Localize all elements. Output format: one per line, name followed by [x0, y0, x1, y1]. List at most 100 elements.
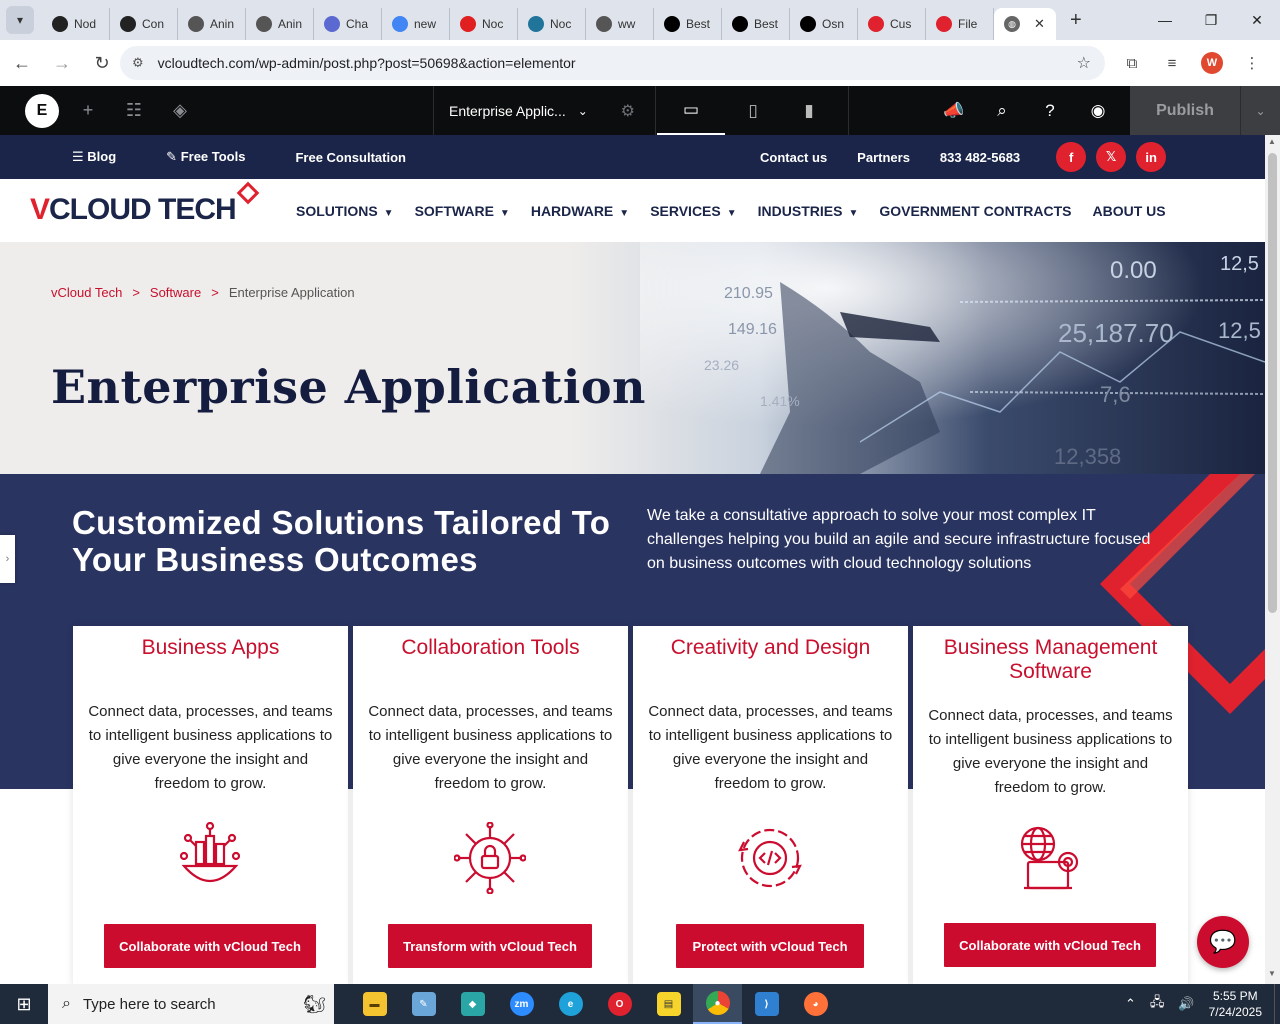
volume-icon[interactable]: 🔊: [1178, 996, 1194, 1012]
x-twitter-icon[interactable]: 𝕏: [1096, 142, 1127, 172]
close-window-button[interactable]: ✕: [1234, 0, 1280, 40]
tab-favicon-icon: [664, 16, 680, 32]
nav-item-software[interactable]: SOFTWARE ▼: [415, 203, 510, 219]
browser-tab[interactable]: Cha: [314, 8, 382, 40]
desktop-view-icon[interactable]: ▭: [657, 86, 725, 135]
profile-avatar[interactable]: W: [1201, 52, 1223, 74]
site-logo[interactable]: VCLOUD TECH: [30, 181, 259, 227]
browser-tab[interactable]: Con: [110, 8, 178, 40]
cube-app-icon[interactable]: ◆: [448, 984, 497, 1024]
site-settings-icon[interactable]: ☷: [111, 100, 157, 121]
browser-tab[interactable]: new: [382, 8, 450, 40]
site-info-icon[interactable]: ⚙: [132, 55, 144, 71]
topbar-blog-link[interactable]: ☰ Blog: [72, 149, 141, 165]
topbar-contact-link[interactable]: Contact us: [760, 150, 827, 165]
nav-item-hardware[interactable]: HARDWARE ▼: [531, 203, 629, 219]
paint-app-icon[interactable]: ✎: [399, 984, 448, 1024]
breadcrumb-software-link[interactable]: Software: [150, 285, 201, 300]
facebook-icon[interactable]: f: [1056, 142, 1087, 172]
hero-number: 7,6: [1100, 382, 1131, 407]
vscode-icon[interactable]: ⟩: [742, 984, 791, 1024]
hero-number: 1.41%: [760, 393, 800, 409]
scrollbar-thumb[interactable]: [1268, 153, 1277, 613]
topbar-free-consultation-link[interactable]: Free Consultation: [295, 150, 406, 165]
zoom-app-icon[interactable]: zm: [497, 984, 546, 1024]
linkedin-icon[interactable]: in: [1136, 142, 1167, 172]
opera-browser-icon[interactable]: O: [595, 984, 644, 1024]
chat-bubble-icon[interactable]: 💬: [1197, 916, 1249, 968]
media-control-icon[interactable]: ≡: [1152, 55, 1192, 72]
new-tab-button[interactable]: +: [1070, 9, 1082, 32]
extensions-icon[interactable]: ⧉: [1112, 55, 1152, 72]
browser-tab[interactable]: Noc: [450, 8, 518, 40]
back-button[interactable]: ←: [4, 45, 40, 81]
preview-eye-icon[interactable]: ◉: [1074, 86, 1122, 135]
tab-active[interactable]: ◍ ✕: [994, 8, 1056, 40]
taskbar-search[interactable]: ⌕ Type here to search 🐿: [48, 984, 334, 1024]
nav-item-label: SERVICES: [650, 202, 721, 219]
nav-item-solutions[interactable]: SOLUTIONS ▼: [296, 203, 394, 219]
show-desktop-button[interactable]: [1274, 984, 1280, 1024]
topbar-phone-link[interactable]: 833 482-5683: [940, 150, 1020, 165]
browser-tab[interactable]: File: [926, 8, 994, 40]
browser-tab[interactable]: ww: [586, 8, 654, 40]
add-element-icon[interactable]: +: [65, 100, 111, 121]
browser-tab[interactable]: Cus: [858, 8, 926, 40]
tab-search-button[interactable]: ▾: [6, 6, 34, 34]
help-icon[interactable]: ?: [1026, 86, 1074, 135]
document-title-dropdown[interactable]: Enterprise Applic... ⌄ ⚙: [433, 86, 656, 135]
file-explorer-icon[interactable]: ▬: [350, 984, 399, 1024]
nav-item-services[interactable]: SERVICES ▼: [650, 203, 736, 219]
address-bar[interactable]: ⚙ vcloudtech.com/wp-admin/post.php?post=…: [120, 46, 1105, 80]
chrome-browser-icon[interactable]: ●: [693, 984, 742, 1024]
cta-button[interactable]: Protect with vCloud Tech: [676, 924, 864, 968]
solutions-heading: Customized Solutions Tailored To Your Bu…: [72, 504, 611, 578]
whats-new-icon[interactable]: 📣: [930, 86, 978, 135]
page-scrollbar[interactable]: ▲ ▼: [1265, 135, 1280, 984]
windows-start-icon[interactable]: ⊞: [0, 984, 48, 1024]
bookmark-star-icon[interactable]: ☆: [1077, 53, 1091, 73]
mobile-view-icon[interactable]: ▮: [781, 86, 837, 135]
breadcrumb-home-link[interactable]: vCloud Tech: [51, 285, 122, 300]
browser-tab[interactable]: Best: [654, 8, 722, 40]
cta-button[interactable]: Collaborate with vCloud Tech: [104, 924, 316, 968]
topbar-partners-link[interactable]: Partners: [857, 150, 910, 165]
nav-item-government-contracts[interactable]: GOVERNMENT CONTRACTS: [879, 203, 1071, 219]
forward-button[interactable]: →: [44, 45, 80, 81]
tablet-view-icon[interactable]: ▯: [725, 86, 781, 135]
tray-overflow-chevron-icon[interactable]: ⌃: [1125, 996, 1136, 1012]
search-highlight-icon[interactable]: 🐿: [303, 994, 326, 1015]
firefox-browser-icon[interactable]: ◕: [791, 984, 840, 1024]
scroll-down-icon[interactable]: ▼: [1268, 969, 1276, 978]
browser-tab[interactable]: Noc: [518, 8, 586, 40]
topbar-free-tools-link[interactable]: ✎ Free Tools: [166, 149, 270, 165]
sticky-notes-icon[interactable]: ▤: [644, 984, 693, 1024]
page-settings-icon[interactable]: ⚙: [621, 101, 635, 121]
browser-tab[interactable]: Best: [722, 8, 790, 40]
panel-toggle-handle[interactable]: ›: [0, 535, 15, 583]
browser-tab[interactable]: Nod: [42, 8, 110, 40]
nav-item-about-us[interactable]: ABOUT US: [1092, 203, 1165, 219]
search-icon[interactable]: ⌕: [978, 86, 1026, 135]
tab-favicon-icon: [324, 16, 340, 32]
scroll-up-icon[interactable]: ▲: [1268, 137, 1276, 146]
browser-menu-icon[interactable]: ⋮: [1232, 54, 1272, 72]
cta-button[interactable]: Collaborate with vCloud Tech: [944, 923, 1156, 967]
minimize-button[interactable]: —: [1142, 0, 1188, 40]
browser-tab[interactable]: Anin: [246, 8, 314, 40]
close-tab-icon[interactable]: ✕: [1034, 16, 1045, 32]
taskbar-clock[interactable]: 5:55 PM 7/24/2025: [1209, 988, 1262, 1020]
edge-browser-icon[interactable]: e: [546, 984, 595, 1024]
nav-item-industries[interactable]: INDUSTRIES ▼: [758, 203, 859, 219]
reload-button[interactable]: ↻: [84, 45, 120, 81]
publish-button[interactable]: Publish: [1130, 86, 1240, 135]
browser-tab[interactable]: Osn: [790, 8, 858, 40]
browser-tab[interactable]: Anin: [178, 8, 246, 40]
card-title: Business Management Software: [943, 636, 1158, 683]
cta-button[interactable]: Transform with vCloud Tech: [388, 924, 592, 968]
structure-layers-icon[interactable]: ◈: [157, 100, 203, 121]
elementor-logo-button[interactable]: E: [25, 93, 59, 128]
network-icon[interactable]: 🖧: [1150, 993, 1165, 1015]
publish-options-chevron-icon[interactable]: ⌄: [1240, 86, 1280, 135]
restore-button[interactable]: ❐: [1188, 0, 1234, 40]
